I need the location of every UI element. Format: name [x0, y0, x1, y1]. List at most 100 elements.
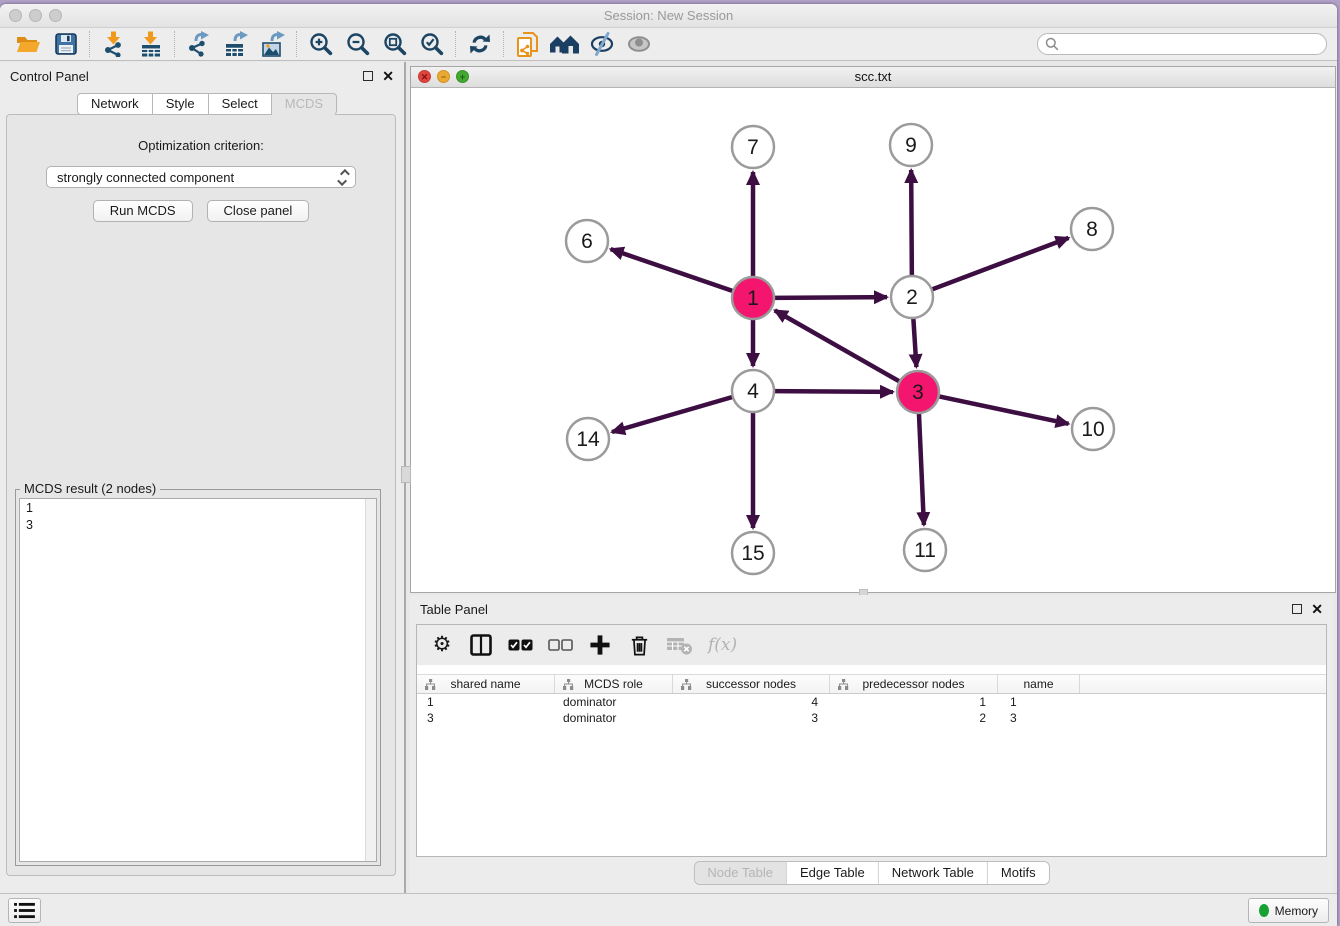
function-builder-button[interactable]: f(x) [708, 631, 737, 659]
control-panel-title: Control Panel [10, 69, 89, 84]
window-controls [9, 9, 62, 22]
new-network-from-selection-button[interactable] [509, 29, 546, 59]
graph-edge-3-11[interactable] [919, 413, 924, 525]
column-header-name[interactable]: name [998, 675, 1080, 693]
graph-edge-4-3[interactable] [774, 391, 893, 392]
graph-node-label-4: 4 [747, 380, 759, 403]
hide-selected-button[interactable] [583, 29, 620, 59]
graph-edge-3-1[interactable] [775, 310, 900, 381]
search-field[interactable] [1037, 33, 1327, 55]
tab-edge-table[interactable]: Edge Table [787, 862, 879, 884]
refresh-layout-button[interactable] [461, 29, 498, 59]
cell-successor-nodes[interactable]: 3 [673, 710, 830, 726]
float-table-panel-icon[interactable] [1292, 604, 1302, 614]
network-maximize-button[interactable]: + [456, 70, 469, 83]
gear-icon: ⚙ [433, 633, 452, 657]
graph-edge-3-10[interactable] [939, 396, 1069, 423]
cell-shared-name[interactable]: 1 [417, 694, 555, 710]
column-header-shared-name[interactable]: shared name [417, 675, 555, 693]
close-window-button[interactable] [9, 9, 22, 22]
export-network-icon [186, 31, 212, 57]
graph-edge-2-8[interactable] [932, 238, 1069, 290]
trash-icon [628, 634, 651, 657]
tab-node-table[interactable]: Node Table [694, 862, 787, 884]
delete-column-button[interactable] [627, 631, 651, 659]
close-panel-button[interactable]: Close panel [207, 200, 310, 222]
result-scrollbar[interactable] [365, 499, 376, 861]
zoom-in-button[interactable] [302, 29, 339, 59]
deselect-all-button[interactable] [548, 631, 573, 659]
mcds-result-group: MCDS result (2 nodes) 1 3 [15, 489, 381, 866]
table-panel-title: Table Panel [420, 602, 488, 617]
graph-edge-2-9[interactable] [911, 170, 912, 276]
zoom-out-button[interactable] [339, 29, 376, 59]
cell-successor-nodes[interactable]: 4 [673, 694, 830, 710]
export-table-button[interactable] [217, 29, 254, 59]
cell-predecessor-nodes[interactable]: 1 [830, 694, 998, 710]
table-settings-button[interactable]: ⚙ [430, 631, 454, 659]
open-session-button[interactable] [10, 29, 47, 59]
task-history-button[interactable] [8, 898, 41, 923]
tab-select[interactable]: Select [209, 93, 272, 115]
minimize-window-button[interactable] [29, 9, 42, 22]
add-column-button[interactable] [588, 631, 612, 659]
column-header-successor-nodes[interactable]: successor nodes [673, 675, 830, 693]
select-all-button[interactable] [508, 631, 533, 659]
vertical-splitter-handle[interactable] [401, 466, 411, 483]
show-all-button[interactable] [620, 29, 657, 59]
tab-network-table[interactable]: Network Table [879, 862, 988, 884]
tab-style[interactable]: Style [153, 93, 209, 115]
column-header-predecessor-nodes[interactable]: predecessor nodes [830, 675, 998, 693]
import-table-button[interactable] [132, 29, 169, 59]
cell-predecessor-nodes[interactable]: 2 [830, 710, 998, 726]
graph-edge-4-14[interactable] [612, 397, 733, 432]
first-neighbors-button[interactable] [546, 29, 583, 59]
network-window-titlebar[interactable]: ✕ − + scc.txt [411, 67, 1335, 88]
network-minimize-button[interactable]: − [437, 70, 450, 83]
search-input[interactable] [1064, 37, 1319, 51]
close-table-panel-icon[interactable]: ✕ [1311, 604, 1323, 614]
network-close-button[interactable]: ✕ [418, 70, 431, 83]
import-network-button[interactable] [95, 29, 132, 59]
cell-mcds-role[interactable]: dominator [555, 694, 673, 710]
toolbar-separator [174, 31, 175, 57]
save-session-button[interactable] [47, 29, 84, 59]
control-panel-tabs: Network Style Select MCDS [77, 93, 337, 115]
float-panel-icon[interactable] [363, 71, 373, 81]
network-window-title: scc.txt [411, 67, 1335, 87]
column-header-mcds-role[interactable]: MCDS role [555, 675, 673, 693]
memory-button[interactable]: Memory [1248, 898, 1329, 923]
main-titlebar: Session: New Session [0, 4, 1337, 28]
graph-edge-1-2[interactable] [774, 297, 887, 298]
toolbar-separator [89, 31, 90, 57]
table-row[interactable]: 1 dominator 4 1 1 [417, 694, 1326, 710]
export-image-button[interactable] [254, 29, 291, 59]
network-graph[interactable]: 1234678910111415 [411, 88, 1335, 592]
tab-network[interactable]: Network [77, 93, 153, 115]
column-type-icon [681, 679, 692, 690]
houses-icon [549, 31, 580, 57]
cell-shared-name[interactable]: 3 [417, 710, 555, 726]
split-panel-button[interactable] [469, 631, 493, 659]
cell-name[interactable]: 1 [998, 694, 1080, 710]
graph-edge-2-3[interactable] [913, 318, 916, 367]
toolbar-separator [455, 31, 456, 57]
graph-node-label-2: 2 [906, 286, 918, 309]
graph-edge-1-6[interactable] [611, 249, 733, 291]
tab-mcds[interactable]: MCDS [272, 93, 337, 115]
network-canvas[interactable]: 1234678910111415 [411, 88, 1335, 592]
zoom-fit-button[interactable] [376, 29, 413, 59]
status-bar: Memory [0, 893, 1337, 926]
criterion-dropdown[interactable]: strongly connected component [46, 166, 356, 188]
cell-mcds-role[interactable]: dominator [555, 710, 673, 726]
tab-motifs[interactable]: Motifs [988, 862, 1049, 884]
mcds-result-text[interactable]: 1 3 [19, 498, 377, 862]
zoom-selected-button[interactable] [413, 29, 450, 59]
zoom-window-button[interactable] [49, 9, 62, 22]
run-mcds-button[interactable]: Run MCDS [93, 200, 193, 222]
table-row[interactable]: 3 dominator 3 2 3 [417, 710, 1326, 726]
close-panel-icon[interactable]: ✕ [382, 71, 394, 81]
export-network-button[interactable] [180, 29, 217, 59]
cell-name[interactable]: 3 [998, 710, 1080, 726]
delete-table-button[interactable] [666, 631, 693, 659]
